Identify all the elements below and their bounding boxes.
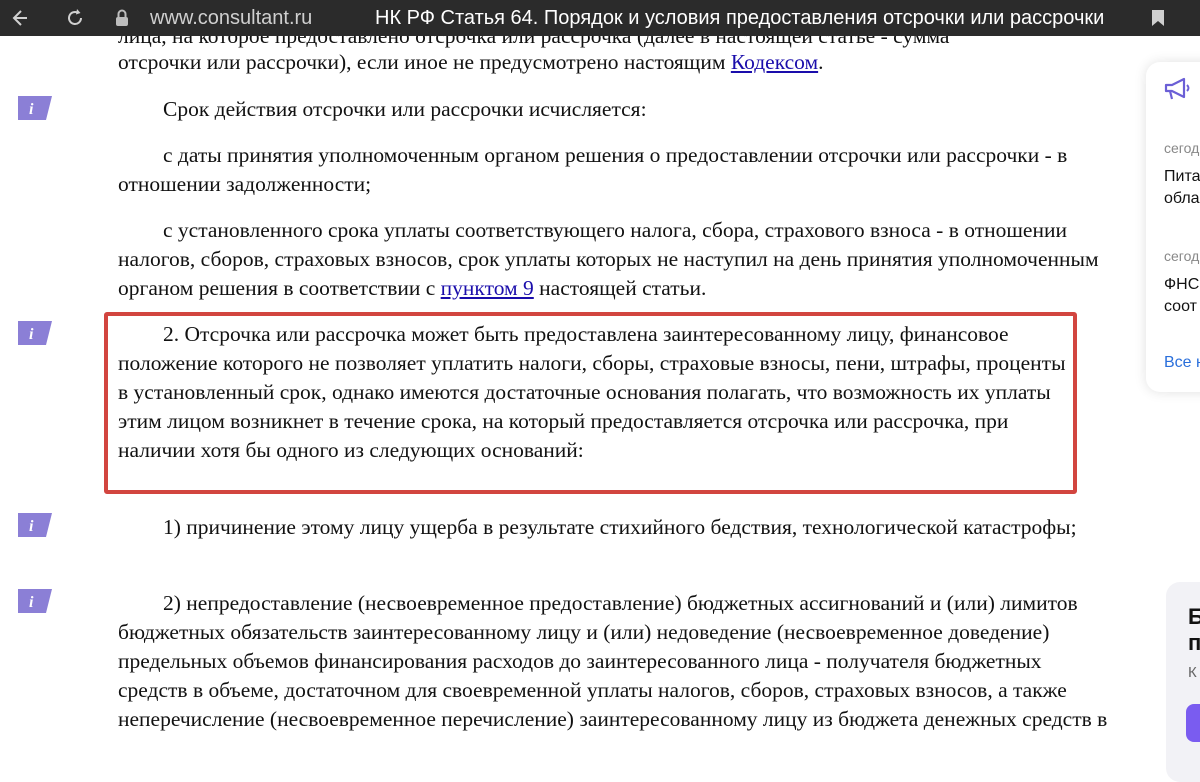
paragraph-end: настоящей статьи. <box>533 276 707 300</box>
reload-icon[interactable] <box>60 0 90 36</box>
paragraph-end: . <box>818 50 824 74</box>
paragraph-text: с даты принятия уполномоченным органом р… <box>118 143 1068 196</box>
promo-card: Б п К <box>1166 582 1200 782</box>
paragraph-text: Срок действия отсрочки или рассрочки исч… <box>163 97 647 121</box>
news-line: ФНС <box>1164 276 1200 293</box>
promo-title-line: Б <box>1188 604 1200 629</box>
svg-text:i: i <box>29 101 34 118</box>
codex-link[interactable]: Кодексом <box>731 50 818 74</box>
news-item-2[interactable]: ФНС соот <box>1164 274 1199 318</box>
point-9-link[interactable]: пунктом 9 <box>441 276 534 300</box>
paragraph-term: Срок действия отсрочки или рассрочки исч… <box>118 95 1108 124</box>
page-title: НК РФ Статья 64. Порядок и условия предо… <box>375 7 1105 29</box>
lock-icon <box>110 0 134 36</box>
item-2: 2) непредоставление (несвоевременное пре… <box>118 589 1108 734</box>
promo-subtitle: К <box>1188 664 1197 681</box>
news-meta: сегод <box>1164 248 1200 264</box>
megaphone-icon <box>1164 76 1192 107</box>
paragraph-text: отсрочки или рассрочки), если иное не пр… <box>118 50 731 74</box>
item-1: 1) причинение этому лицу ущерба в резуль… <box>118 513 1108 542</box>
highlight-frame <box>104 312 1077 494</box>
info-marker-icon[interactable]: i <box>18 589 52 613</box>
info-marker-icon[interactable]: i <box>18 96 52 120</box>
paragraph-text: 2) непредоставление (несвоевременное пре… <box>118 591 1108 731</box>
paragraph-text: 1) причинение этому лицу ущерба в резуль… <box>163 515 1077 539</box>
bookmark-icon[interactable] <box>1146 0 1170 36</box>
news-line: обла <box>1164 190 1200 207</box>
svg-text:i: i <box>29 326 34 343</box>
paragraph-due: с установленного срока уплаты соответств… <box>118 216 1108 303</box>
promo-title-line: п <box>1188 630 1200 655</box>
news-meta: сегод <box>1164 140 1200 156</box>
address-bar-url[interactable]: www.consultant.ru <box>150 7 312 30</box>
svg-text:i: i <box>29 518 34 535</box>
all-news-link[interactable]: Все н <box>1164 354 1200 372</box>
paragraph-date: с даты принятия уполномоченным органом р… <box>118 141 1108 199</box>
promo-button[interactable] <box>1186 704 1200 742</box>
news-item-1[interactable]: Пита обла <box>1164 166 1200 210</box>
info-marker-icon[interactable]: i <box>18 513 52 537</box>
news-line: Пита <box>1164 168 1200 185</box>
svg-text:i: i <box>29 594 34 611</box>
news-card: сегод Пита обла сегод ФНС соот Все н <box>1146 62 1200 392</box>
browser-toolbar: www.consultant.ru НК РФ Статья 64. Поряд… <box>0 0 1200 36</box>
paragraph-line1: отсрочки или рассрочки), если иное не пр… <box>118 48 1108 77</box>
info-marker-icon[interactable]: i <box>18 321 52 345</box>
back-arrow-icon[interactable] <box>4 0 34 36</box>
news-line: соот <box>1164 298 1197 315</box>
